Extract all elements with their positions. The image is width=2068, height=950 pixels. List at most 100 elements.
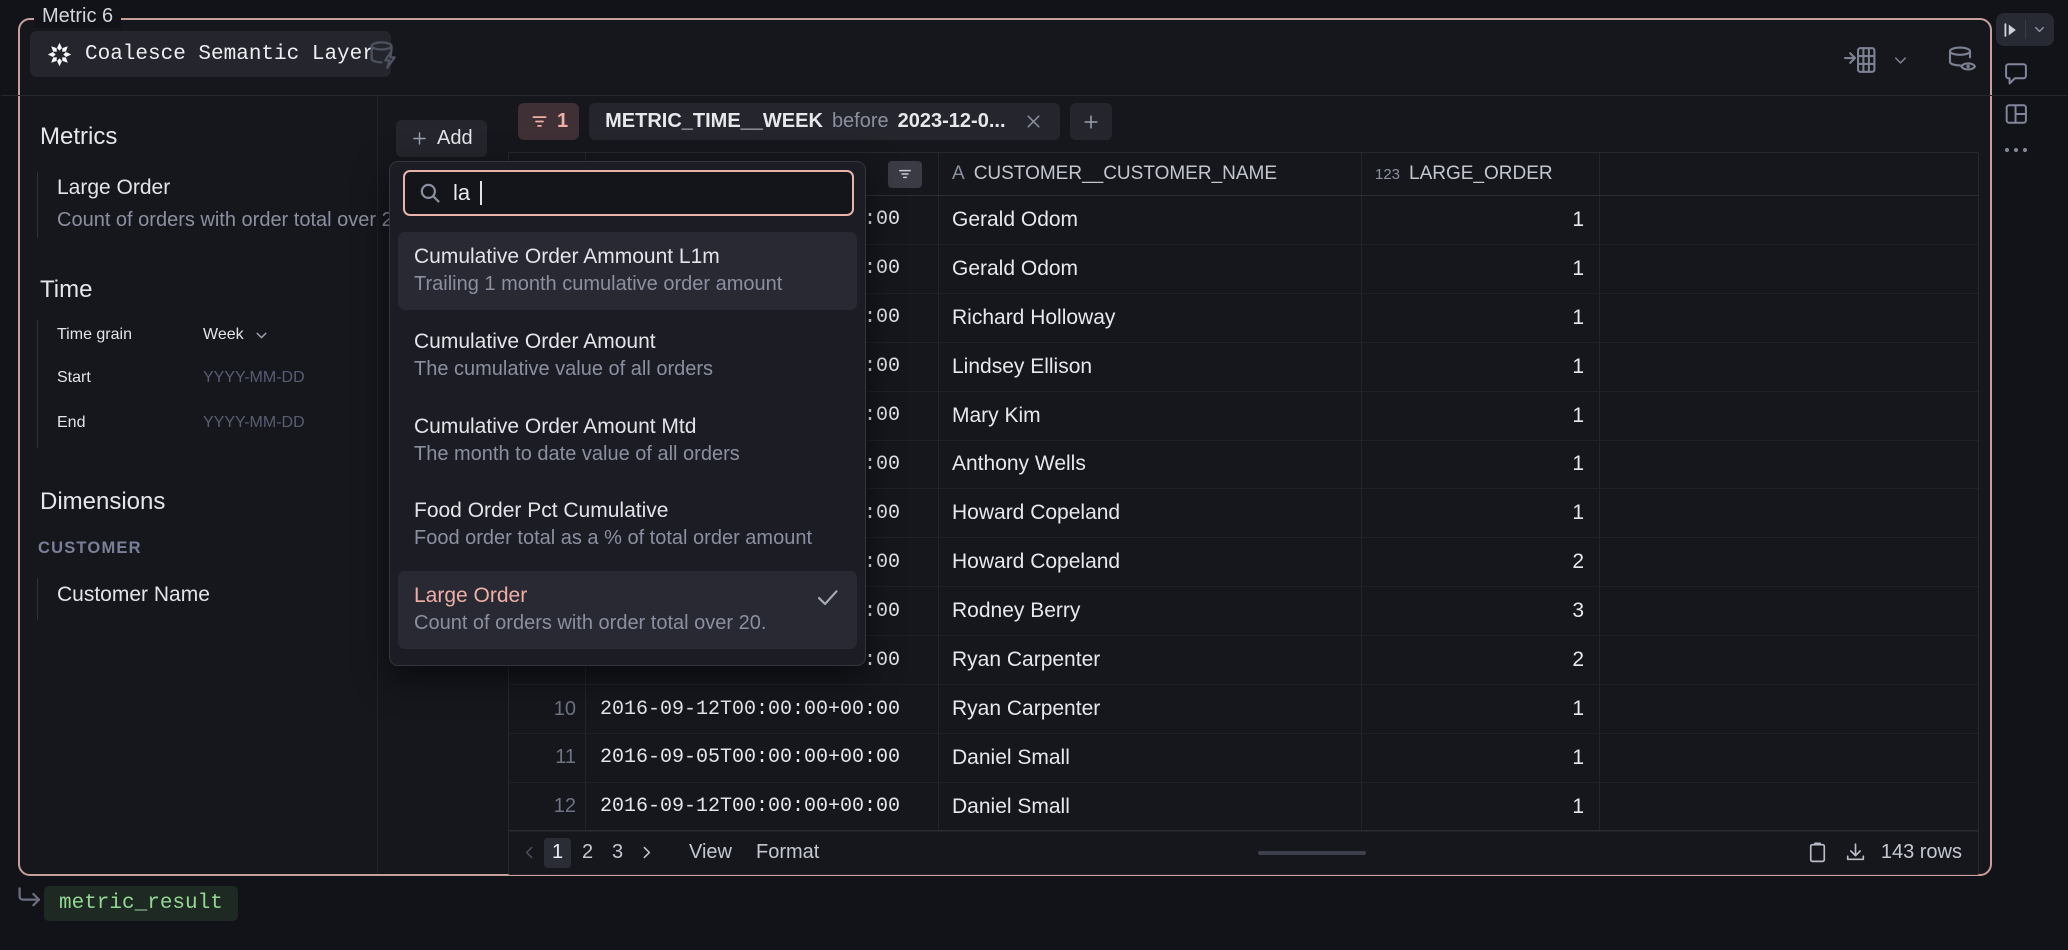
row-number-cell: 10: [509, 685, 586, 733]
insert-into-table-icon[interactable]: [1843, 45, 1877, 75]
time-grain-select[interactable]: Week: [203, 326, 270, 344]
view-menu[interactable]: View: [689, 841, 732, 864]
large-order-cell: 1: [1362, 392, 1600, 440]
pagination: 123: [544, 838, 634, 868]
empty-cell: [1600, 489, 1978, 537]
filter-chip[interactable]: METRIC_TIME__WEEK before 2023-12-0...: [589, 103, 1059, 140]
preview-data-icon[interactable]: [1944, 44, 1980, 76]
semantic-layer-chip[interactable]: Coalesce Semantic Layer: [30, 31, 391, 77]
download-icon[interactable]: [1843, 840, 1868, 865]
coalesce-snowflake-icon: [46, 41, 73, 68]
end-label: End: [57, 414, 203, 432]
cell-source-title: Coalesce Semantic Layer: [85, 43, 375, 66]
date-cell: 2016-09-12T00:00:00+00:00: [586, 685, 939, 733]
date-cell: 2016-09-12T00:00:00+00:00: [586, 783, 939, 831]
metric-item-title[interactable]: Large Order: [57, 176, 170, 200]
add-filter-button[interactable]: [1070, 103, 1112, 140]
empty-cell: [1600, 538, 1978, 586]
dimension-item[interactable]: Customer Name: [57, 583, 210, 607]
large-order-cell: 1: [1362, 441, 1600, 489]
large-order-column-header[interactable]: 123 LARGE_ORDER: [1362, 153, 1600, 195]
metric-option[interactable]: Cumulative Order AmountThe cumulative va…: [398, 317, 857, 395]
filter-value: 2023-12-0...: [898, 110, 1006, 133]
output-variable-chip[interactable]: metric_result: [44, 886, 238, 921]
customer-name-cell: Lindsey Ellison: [939, 343, 1362, 391]
page-button-2[interactable]: 2: [574, 838, 601, 868]
large-order-cell: 1: [1362, 489, 1600, 537]
time-start-row: Start YYYY-MM-DD: [57, 369, 305, 387]
date-cell: 2016-09-05T00:00:00+00:00: [586, 734, 939, 782]
dimension-group-label: CUSTOMER: [38, 539, 142, 558]
row-number-cell: 12: [509, 783, 586, 831]
number-type-icon: 123: [1375, 166, 1400, 183]
run-cell-button-group[interactable]: [1996, 13, 2054, 46]
table-row[interactable]: 102016-09-12T00:00:00+00:00Ryan Carpente…: [509, 685, 1978, 734]
large-order-cell: 2: [1362, 538, 1600, 586]
layout-icon[interactable]: [2002, 100, 2030, 128]
filter-operator: before: [832, 110, 889, 133]
output-return-arrow-icon: [14, 884, 44, 914]
time-indent-line: [37, 320, 38, 448]
warehouse-edit-icon[interactable]: [366, 38, 400, 72]
format-menu[interactable]: Format: [756, 841, 819, 864]
table-row[interactable]: 122016-09-12T00:00:00+00:00Daniel Small1: [509, 783, 1978, 832]
start-label: Start: [57, 369, 203, 387]
empty-cell: [1600, 392, 1978, 440]
comment-icon[interactable]: [2002, 59, 2030, 87]
add-metric-button[interactable]: Add: [396, 120, 487, 157]
plus-icon: [1081, 112, 1101, 132]
horizontal-scrollbar[interactable]: [1258, 851, 1366, 855]
metric-option-description: Trailing 1 month cumulative order amount: [414, 271, 841, 298]
empty-cell: [1600, 636, 1978, 684]
large-order-cell: 1: [1362, 343, 1600, 391]
filter-count-chip[interactable]: 1: [518, 103, 579, 140]
empty-cell: [1600, 196, 1978, 244]
run-cell-icon[interactable]: [1996, 20, 2025, 40]
prev-page-icon[interactable]: [521, 844, 538, 861]
next-page-icon[interactable]: [638, 844, 655, 861]
empty-cell: [1600, 343, 1978, 391]
metric-option[interactable]: Cumulative Order Ammount L1mTrailing 1 m…: [398, 232, 857, 310]
empty-cell: [1600, 587, 1978, 635]
check-icon: [814, 584, 841, 611]
customer-name-cell: Anthony Wells: [939, 441, 1362, 489]
dimension-indent-line: [37, 578, 38, 620]
customer-name-cell: Gerald Odom: [939, 196, 1362, 244]
more-options-icon[interactable]: [2002, 142, 2030, 158]
empty-cell: [1600, 685, 1978, 733]
metrics-heading: Metrics: [40, 123, 117, 151]
metric-option[interactable]: Cumulative Order Amount MtdThe month to …: [398, 402, 857, 480]
end-date-input[interactable]: YYYY-MM-DD: [203, 414, 305, 432]
metric-search-input[interactable]: la: [403, 170, 854, 216]
page-button-1[interactable]: 1: [544, 838, 571, 868]
plus-icon: [410, 129, 429, 148]
filter-bar: 1 METRIC_TIME__WEEK before 2023-12-0...: [518, 103, 1112, 140]
remove-filter-icon[interactable]: [1023, 111, 1044, 132]
metric-option[interactable]: Large OrderCount of orders with order to…: [398, 571, 857, 649]
header-divider: [1, 95, 2067, 96]
customer-name-cell: Howard Copeland: [939, 538, 1362, 586]
metric-option-title: Cumulative Order Ammount L1m: [414, 243, 841, 271]
column-filter-button[interactable]: [888, 161, 922, 188]
metric-option[interactable]: Food Order Pct CumulativeFood order tota…: [398, 486, 857, 564]
row-number-cell: 11: [509, 734, 586, 782]
copy-table-icon[interactable]: [1805, 840, 1830, 865]
run-options-chevron-icon[interactable]: [2026, 22, 2055, 37]
text-type-icon: A: [952, 163, 965, 185]
empty-cell: [1600, 245, 1978, 293]
time-grain-row: Time grain Week: [57, 326, 270, 344]
table-row[interactable]: 112016-09-05T00:00:00+00:00Daniel Small1: [509, 734, 1978, 783]
metric-search-dropdown: la Cumulative Order Ammount L1mTrailing …: [389, 161, 866, 666]
chevron-down-icon[interactable]: [1891, 51, 1910, 70]
customer-name-cell: Daniel Small: [939, 734, 1362, 782]
customer-column-header[interactable]: A CUSTOMER__CUSTOMER_NAME: [939, 153, 1362, 195]
page-button-3[interactable]: 3: [604, 838, 631, 868]
filter-field: METRIC_TIME__WEEK: [605, 110, 823, 133]
metrics-indent-line: [37, 172, 38, 238]
search-icon: [417, 180, 443, 206]
start-date-input[interactable]: YYYY-MM-DD: [203, 369, 305, 387]
dimensions-heading: Dimensions: [40, 488, 165, 516]
table-footer: 123 View Format 143 rows: [509, 830, 1978, 874]
app-window: Metric 6 Coalesce Semantic Layer: [0, 0, 2068, 950]
chevron-down-icon: [253, 327, 270, 344]
